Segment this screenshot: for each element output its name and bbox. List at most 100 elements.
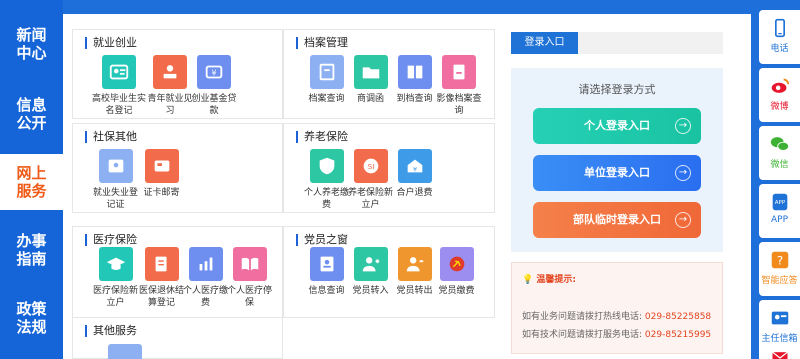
tile-party-fee[interactable]: 党员缴费: [434, 247, 479, 297]
nav-guide[interactable]: 办事指南: [0, 222, 63, 278]
weibo-icon: [769, 75, 791, 97]
tab-login-entry[interactable]: 登录入口: [511, 32, 578, 54]
form-edit-icon: [144, 247, 179, 281]
rb-app-label: APP: [770, 215, 788, 225]
card-pension-title: 养老保险: [296, 131, 348, 143]
svg-text:SI: SI: [367, 162, 374, 171]
personal-login-button[interactable]: 个人登录入口 →: [533, 108, 701, 144]
shield-icon: [309, 149, 344, 183]
personal-login-label: 个人登录入口: [584, 119, 650, 132]
rb-wechat[interactable]: 微信: [759, 126, 800, 180]
tile-label: 信息查询: [308, 286, 345, 296]
tile-label: 医疗保险新立户: [93, 286, 139, 308]
army-login-button[interactable]: 部队临时登录入口 →: [533, 202, 701, 238]
svg-text:¥: ¥: [412, 166, 416, 174]
tile-medical-new[interactable]: 医疗保险新立户: [93, 247, 138, 309]
tile-card-mail[interactable]: 证卡邮寄: [139, 149, 184, 199]
bar-chart-icon: [188, 247, 223, 281]
tile-label: 医保退休结算登记: [139, 286, 185, 308]
card-employment-title: 就业创业: [85, 37, 137, 49]
unit-login-button[interactable]: 单位登录入口 →: [533, 155, 701, 191]
card-social-title: 社保其他: [85, 131, 137, 143]
tile-archive-query[interactable]: 档案查询: [304, 55, 349, 105]
arrow-right-icon: →: [675, 118, 691, 134]
rb-weibo[interactable]: 微博: [759, 68, 800, 122]
tips-box: 💡 温馨提示: 如有业务问题请拨打热线电话: 029-85225858 如有技术…: [511, 262, 723, 354]
page-root: 新闻中心 信息公开 网上服务 办事指南 政策法规 就业创业 高校毕业生实名登记 …: [0, 0, 800, 359]
tile-party-out[interactable]: 党员转出: [392, 247, 437, 297]
tile-label: 合户退费: [396, 188, 433, 198]
card-other: 其他服务: [72, 317, 283, 359]
tile-merge-refund[interactable]: ¥ 合户退费: [392, 149, 437, 199]
rb-phone[interactable]: 电话: [759, 10, 800, 64]
tile-unemployment-card[interactable]: 就业失业登记证: [93, 149, 138, 211]
rb-weibo-label: 微博: [770, 102, 789, 112]
nav-public-info-label: 信息公开: [16, 96, 47, 132]
tile-startup-loan[interactable]: ¥ 创业基金贷款: [191, 55, 237, 117]
right-float-bar: 电话 微博 微信 APP APP ? 智能应答 主任信箱: [759, 10, 800, 359]
tile-medical-retire[interactable]: 医保退休结算登记: [139, 247, 184, 309]
phone-icon: [769, 17, 791, 39]
nav-online-service-label: 网上服务: [16, 164, 47, 200]
person-desk-icon: [153, 55, 187, 89]
tile-label: 个人养老缴费: [304, 188, 350, 210]
card-party: 党员之窗 信息查询 党员转入 党员转出 党员缴费: [283, 226, 495, 318]
login-tab-bar: 登录入口: [511, 32, 723, 54]
rb-mail[interactable]: [759, 344, 800, 359]
tile-label: 创业基金贷款: [191, 94, 237, 116]
tile-label: 商调函: [356, 94, 384, 104]
rb-smart-answer-label: 智能应答: [761, 276, 798, 286]
tile-label: 证卡邮寄: [143, 188, 180, 198]
svg-text:?: ?: [776, 254, 782, 268]
tile-label: 个人医疗停保: [227, 286, 273, 308]
svg-text:APP: APP: [774, 200, 785, 206]
tile-transfer-letter[interactable]: 商调函: [348, 55, 393, 105]
user-out-icon: [397, 247, 432, 281]
tips-title: 💡 温馨提示:: [522, 272, 576, 285]
army-login-label: 部队临时登录入口: [573, 213, 661, 226]
tile-youth-internship[interactable]: 青年就业见习: [147, 55, 193, 117]
card-archives-title: 档案管理: [296, 37, 348, 49]
rb-smart-answer[interactable]: ? 智能应答: [759, 242, 800, 296]
nav-online-service[interactable]: 网上服务: [0, 154, 63, 210]
left-nav: 新闻中心 信息公开 网上服务 办事指南 政策法规: [0, 0, 63, 359]
login-box: 请选择登录方式 个人登录入口 → 单位登录入口 → 部队临时登录入口 →: [511, 68, 723, 252]
tile-medical-stop[interactable]: 个人医疗停保: [227, 247, 272, 309]
tile-label: 档案查询: [308, 94, 345, 104]
nav-guide-label: 办事指南: [16, 232, 47, 268]
tile-pension-new[interactable]: SI 养老保险新立户: [348, 149, 393, 211]
envelope-icon: [769, 347, 791, 359]
unit-login-label: 单位登录入口: [584, 166, 650, 179]
card-employment: 就业创业 高校毕业生实名登记 青年就业见习 ¥ 创业基金贷款: [72, 29, 283, 119]
rb-app[interactable]: APP APP: [759, 184, 800, 238]
tile-label: 到档查询: [396, 94, 433, 104]
tile-label: 影像档案查询: [436, 94, 482, 116]
card-pension: 养老保险 个人养老缴费 SI 养老保险新立户 ¥ 合户退费: [283, 123, 495, 213]
tile-medical-pay[interactable]: 个人医疗缴费: [183, 247, 228, 309]
rb-director-mail-label: 主任信箱: [761, 334, 798, 344]
si-logo-icon: SI: [353, 149, 388, 183]
tile-pension-pay[interactable]: 个人养老缴费: [304, 149, 349, 211]
tile-label: 党员转出: [396, 286, 433, 296]
file-cabinet-icon: [309, 55, 344, 89]
tips-title-text: 温馨提示:: [536, 275, 576, 285]
app-icon: APP: [769, 191, 791, 213]
book-icon: [397, 55, 432, 89]
tile-party-info[interactable]: 信息查询: [304, 247, 349, 297]
tile-party-in[interactable]: 党员转入: [348, 247, 393, 297]
arrow-right-icon: →: [675, 212, 691, 228]
service-number: 029-85215995: [644, 330, 712, 340]
tile-graduate-register[interactable]: 高校毕业生实名登记: [89, 55, 149, 117]
question-icon: ?: [769, 249, 791, 271]
tips-line-2-text: 如有技术问题请拨打服务电话:: [522, 330, 643, 340]
open-book-icon: [232, 247, 267, 281]
tile-image-archive[interactable]: 影像档案查询: [434, 55, 484, 117]
nav-policy-label: 政策法规: [16, 300, 47, 336]
nav-news[interactable]: 新闻中心: [0, 16, 63, 72]
bulb-icon: 💡: [522, 275, 534, 285]
nav-public-info[interactable]: 信息公开: [0, 86, 63, 142]
card-social: 社保其他 就业失业登记证 证卡邮寄: [72, 123, 283, 213]
other-service-icon[interactable]: [108, 344, 142, 359]
nav-policy[interactable]: 政策法规: [0, 290, 63, 346]
tile-arrival-query[interactable]: 到档查询: [392, 55, 437, 105]
